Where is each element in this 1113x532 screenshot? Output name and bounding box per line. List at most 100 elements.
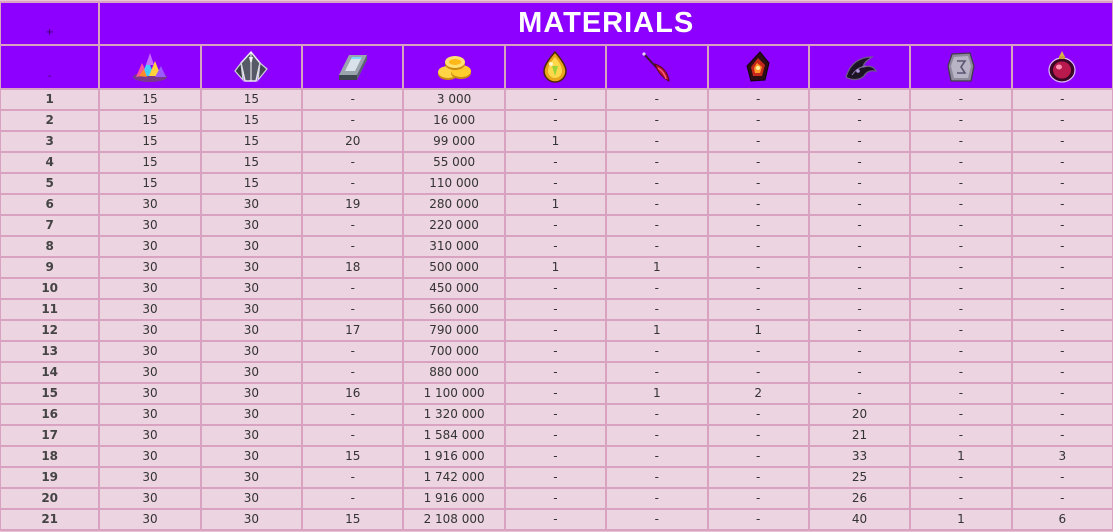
value-cell: 30: [100, 489, 200, 508]
value-cell: -: [1012, 426, 1112, 445]
expand-toggle[interactable]: +: [1, 3, 99, 44]
value-cell: 30: [201, 300, 302, 319]
value-cell: 30: [201, 405, 302, 424]
value-cell: 20: [303, 132, 403, 151]
table-row: 18 30 30 15 1 916 000- - -33 1 3: [1, 447, 1112, 466]
value-cell: -: [911, 111, 1011, 130]
value-cell: -: [607, 510, 707, 529]
value-cell: -: [303, 90, 403, 109]
value-cell: -: [303, 153, 403, 172]
value-cell: -: [303, 363, 403, 382]
value-cell: -: [708, 195, 808, 214]
value-cell: -: [911, 90, 1011, 109]
value-cell: -: [1012, 174, 1112, 193]
value-cell: -: [809, 153, 910, 172]
value-cell: -: [809, 216, 910, 235]
value-cell: -: [809, 90, 910, 109]
level-cell: 12: [1, 321, 99, 340]
value-cell: 15: [201, 111, 302, 130]
value-cell: -: [809, 237, 910, 256]
value-cell: -: [505, 426, 606, 445]
value-cell: 30: [201, 489, 302, 508]
value-cell: -: [303, 216, 403, 235]
value-cell: -: [708, 468, 808, 487]
value-cell: -: [911, 132, 1011, 151]
value-cell: 30: [201, 468, 302, 487]
value-cell: -: [911, 258, 1011, 277]
value-cell: 220 000: [404, 216, 504, 235]
level-cell: 11: [1, 300, 99, 319]
value-cell: 16 000: [404, 111, 504, 130]
value-cell: -: [505, 174, 606, 193]
value-cell: 30: [100, 405, 200, 424]
col-header-2: [201, 46, 302, 88]
value-cell: -: [911, 216, 1011, 235]
level-cell: 4: [1, 153, 99, 172]
value-cell: 15: [303, 447, 403, 466]
table-row: 17 30 30-1 584 000- - -21- -: [1, 426, 1112, 445]
value-cell: -: [708, 510, 808, 529]
value-cell: -: [607, 279, 707, 298]
table-row: 7 30 30-220 000- - - - - -: [1, 216, 1112, 235]
value-cell: 15: [201, 90, 302, 109]
col-header-10: [1012, 46, 1112, 88]
col-header-5: [505, 46, 606, 88]
value-cell: 30: [201, 216, 302, 235]
value-cell: 30: [100, 384, 200, 403]
metal-bar-icon: [333, 49, 373, 85]
table-row: 4 15 15-55 000- - - - - -: [1, 153, 1112, 172]
materials-table-panel: + MATERIALS - 1 15 15-3 000- - - - - -2 15 15-16 …: [0, 0, 1113, 532]
icon-row: -: [1, 46, 1112, 88]
value-cell: -: [303, 405, 403, 424]
value-cell: -: [1012, 258, 1112, 277]
value-cell: 15: [100, 153, 200, 172]
value-cell: 30: [100, 195, 200, 214]
table-row: 15 30 30 16 1 100 000-1 2- - -: [1, 384, 1112, 403]
value-cell: -: [303, 468, 403, 487]
table-row: 2 15 15-16 000- - - - - -: [1, 111, 1112, 130]
value-cell: -: [303, 489, 403, 508]
col-header-1: [100, 46, 200, 88]
value-cell: -: [708, 132, 808, 151]
value-cell: -: [607, 195, 707, 214]
table-title: MATERIALS: [100, 3, 1112, 44]
value-cell: -: [1012, 342, 1112, 361]
value-cell: -: [607, 237, 707, 256]
value-cell: 26: [809, 489, 910, 508]
collapse-toggle[interactable]: -: [1, 46, 99, 88]
value-cell: -: [505, 342, 606, 361]
value-cell: -: [505, 300, 606, 319]
value-cell: 1 916 000: [404, 489, 504, 508]
dark-crystal-icon: [231, 49, 271, 85]
col-header-7: [708, 46, 808, 88]
value-cell: -: [708, 111, 808, 130]
table-row: 3 15 15 20 99 000 1- - - - -: [1, 132, 1112, 151]
value-cell: 17: [303, 321, 403, 340]
level-cell: 13: [1, 342, 99, 361]
value-cell: -: [809, 111, 910, 130]
value-cell: 19: [303, 195, 403, 214]
value-cell: -: [505, 279, 606, 298]
level-cell: 15: [1, 384, 99, 403]
value-cell: 40: [809, 510, 910, 529]
value-cell: -: [505, 468, 606, 487]
value-cell: -: [809, 195, 910, 214]
value-cell: 1: [505, 258, 606, 277]
value-cell: 30: [100, 468, 200, 487]
value-cell: -: [708, 447, 808, 466]
crimson-feather-icon: [637, 49, 677, 85]
value-cell: -: [505, 447, 606, 466]
value-cell: -: [607, 489, 707, 508]
level-cell: 2: [1, 111, 99, 130]
value-cell: -: [505, 321, 606, 340]
value-cell: -: [708, 216, 808, 235]
plus-sign: +: [45, 27, 54, 38]
value-cell: 280 000: [404, 195, 504, 214]
value-cell: -: [505, 90, 606, 109]
fire-stone-icon: [738, 49, 778, 85]
table-row: 10 30 30-450 000- - - - - -: [1, 279, 1112, 298]
value-cell: -: [505, 384, 606, 403]
value-cell: -: [708, 363, 808, 382]
table-row: 1 15 15-3 000- - - - - -: [1, 90, 1112, 109]
value-cell: 15: [201, 132, 302, 151]
